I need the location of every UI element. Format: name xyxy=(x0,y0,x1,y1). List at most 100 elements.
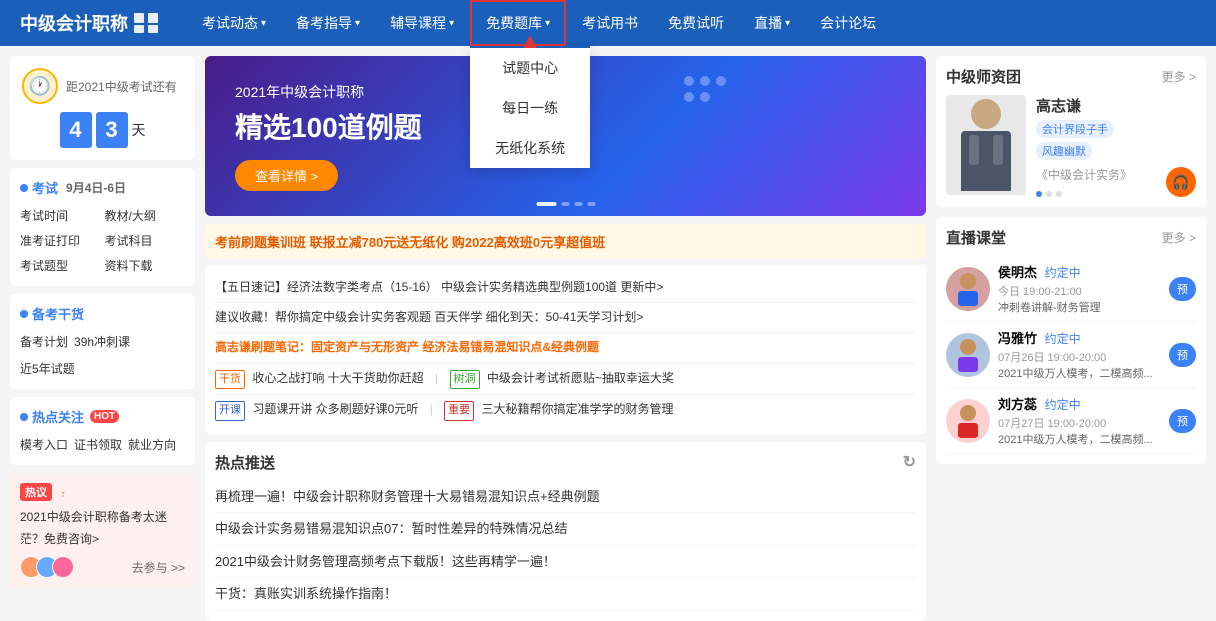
banner-indicators xyxy=(536,202,595,206)
teacher-card: 高志谦 会计界段子手 风趣幽默 《中级会计实务》 🎧 xyxy=(946,95,1196,197)
live-info-3: 刘方蕊 约定中 07月27日 19:00-20:00 2021中级万人模考，二模… xyxy=(998,394,1161,447)
live-more-link[interactable]: 更多 > xyxy=(1162,229,1196,246)
section-dot xyxy=(20,310,28,318)
live-btn-1[interactable]: 预 xyxy=(1169,277,1196,301)
live-status-2[interactable]: 约定中 xyxy=(1045,332,1081,346)
avatar-figure-1 xyxy=(953,271,983,306)
news-item-1[interactable]: 【五日速记】经济法数字类考点（15-16） 中级会计实务精选典型例题100道 更… xyxy=(215,273,916,303)
exam-link-types[interactable]: 考试题型 xyxy=(20,255,101,276)
logo-icon xyxy=(134,13,158,33)
slide-dot-3[interactable] xyxy=(1056,191,1062,197)
exam-link-downloads[interactable]: 资料下载 xyxy=(105,255,186,276)
live-section-title: 直播课堂 xyxy=(946,227,1006,248)
exam-link-time[interactable]: 考试时间 xyxy=(20,205,101,226)
dropdown-item-daily-practice[interactable]: 每日一练 xyxy=(470,88,590,128)
promo-text[interactable]: 考前刷题集训班 联报立减780元送无纸化 购2022高效班0元享超值班 xyxy=(215,235,605,250)
count-unit: 天 xyxy=(132,120,146,140)
hot-push-section: 热点推送 ↻ 再梳理一遍！中级会计职称财务管理十大易错易混知识点+经典例题 中级… xyxy=(205,442,926,621)
news-item-5[interactable]: 开课 习题课开讲 众多刷题好课0元听 | 重要 三大秘籍帮你搞定准学学的财务管理 xyxy=(215,395,916,426)
hot-link-career[interactable]: 就业方向 xyxy=(128,434,176,455)
nav-prep-guide[interactable]: 备考指导 ▾ xyxy=(282,0,374,46)
news-item-4[interactable]: 干货 收心之战打响 十大干货助你赶超 | 树洞 中级会计考试祈愿贴~抽取幸运大奖 xyxy=(215,364,916,396)
headphone-icon: 🎧 xyxy=(1166,167,1196,197)
exam-link-textbook[interactable]: 教材/大纲 xyxy=(105,205,186,226)
live-item-2: 冯雅竹 约定中 07月26日 19:00-20:00 2021中级万人模考，二模… xyxy=(946,322,1196,388)
refresh-icon[interactable]: ↻ xyxy=(903,452,916,472)
live-name-2: 冯雅竹 约定中 xyxy=(998,328,1161,347)
live-btn-3[interactable]: 预 xyxy=(1169,409,1196,433)
hot-push-item-3[interactable]: 2021中级会计财务管理高频考点下载版！这些再精学一遍！ xyxy=(215,546,916,579)
hot-push-item-1[interactable]: 再梳理一遍！中级会计职称财务管理十大易错易混知识点+经典例题 xyxy=(215,481,916,514)
main-nav: 考试动态 ▾ 备考指导 ▾ 辅导课程 ▾ 免费题库 ▾ ▲ 试题中心 每日一练 xyxy=(188,0,1196,46)
teacher-arm-right xyxy=(993,135,1003,165)
countdown-numbers: 4 3 天 xyxy=(22,112,183,148)
live-desc-2: 2021中级万人模考，二模高频... xyxy=(998,365,1161,381)
teacher-tag-1: 会计界段子手 xyxy=(1036,120,1114,138)
live-status-3[interactable]: 约定中 xyxy=(1045,398,1081,412)
main-layout: 🕐 距2021中级考试还有 4 3 天 考试 9月4日-6日 考试时间 教材/大… xyxy=(0,46,1216,621)
countdown-label: 距2021中级考试还有 xyxy=(66,78,177,95)
chevron-down-icon: ▾ xyxy=(785,18,790,29)
teacher-section-title: 中级师资团 xyxy=(946,66,1021,87)
live-status-1[interactable]: 约定中 xyxy=(1045,266,1081,280)
hot-push-item-4[interactable]: 干货：真账实训系统操作指南！ xyxy=(215,578,916,611)
avatar xyxy=(52,556,74,578)
exam-section-title: 考试 9月4日-6日 xyxy=(20,178,185,197)
hot-link-mock[interactable]: 模考入口 xyxy=(20,434,68,455)
section-dot xyxy=(20,413,28,421)
nav-exam-trends[interactable]: 考试动态 ▾ xyxy=(188,0,280,46)
live-section-header: 直播课堂 更多 > xyxy=(946,227,1196,248)
dropdown-item-paperless[interactable]: 无纸化系统 xyxy=(470,128,590,168)
slide-dot-2[interactable] xyxy=(1046,191,1052,197)
live-time-1: 今日 19:00-21:00 xyxy=(998,283,1161,299)
news-item-2[interactable]: 建议收藏！帮你搞定中级会计实务客观题 百天伴学 细化到天：50-41天学习计划> xyxy=(215,303,916,333)
slide-dot-1[interactable] xyxy=(1036,191,1042,197)
tag-zhongyao: 重要 xyxy=(444,401,474,421)
count-digit-3: 3 xyxy=(96,112,128,148)
teacher-book: 《中级会计实务》 xyxy=(1036,166,1156,183)
exam-link-admission[interactable]: 准考证打印 xyxy=(20,230,101,251)
teacher-tag-2: 风趣幽默 xyxy=(1036,142,1092,160)
promo-bar: 考前刷题集训班 联报立减780元送无纸化 购2022高效班0元享超值班 xyxy=(205,224,926,259)
nav-free-trial[interactable]: 免费试听 xyxy=(654,0,738,46)
banner-text: 2021年中级会计职称 精选100道例题 查看详情 > xyxy=(235,82,422,191)
prep-link-past-exams[interactable]: 近5年试题 xyxy=(20,358,75,379)
header: 中级会计职称 考试动态 ▾ 备考指导 ▾ 辅导课程 ▾ 免费题库 ▾ xyxy=(0,0,1216,46)
dropdown-item-exam-center[interactable]: 试题中心 xyxy=(470,48,590,88)
live-info-1: 侯明杰 约定中 今日 19:00-21:00 冲刺卷讲解-财务管理 xyxy=(998,262,1161,315)
exam-date: 9月4日-6日 xyxy=(66,179,126,196)
teacher-figure xyxy=(961,99,1011,191)
teacher-name: 高志谦 xyxy=(1036,95,1156,116)
prep-link-sprint[interactable]: 39h冲刺课 xyxy=(74,331,130,352)
nav-courses[interactable]: 辅导课程 ▾ xyxy=(376,0,468,46)
headphone-btn[interactable]: 🎧 xyxy=(1166,161,1196,197)
live-avatar-3 xyxy=(946,399,990,443)
nav-free-qbank[interactable]: 免费题库 ▾ xyxy=(470,0,566,46)
hot-link-cert[interactable]: 证书领取 xyxy=(74,434,122,455)
countdown-header: 🕐 距2021中级考试还有 xyxy=(22,68,183,104)
live-section: 直播课堂 更多 > 侯明杰 约定中 今日 19:00-21:00 xyxy=(936,217,1206,464)
nav-exam-books[interactable]: 考试用书 xyxy=(568,0,652,46)
prep-link-plan[interactable]: 备考计划 xyxy=(20,331,68,352)
count-digit-4: 4 xyxy=(60,112,92,148)
discussion-join-link[interactable]: 去参与 >> xyxy=(132,559,185,576)
teacher-section: 中级师资团 更多 > 高志谦 会 xyxy=(936,56,1206,207)
nav-forum[interactable]: 会计论坛 xyxy=(806,0,890,46)
teacher-arm-left xyxy=(969,135,979,165)
hot-push-item-2[interactable]: 中级会计实务易错易混知识点07：暂时性差异的特殊情况总结 xyxy=(215,513,916,546)
live-item-1: 侯明杰 约定中 今日 19:00-21:00 冲刺卷讲解-财务管理 预 xyxy=(946,256,1196,322)
logo: 中级会计职称 xyxy=(20,10,158,36)
nav-live[interactable]: 直播 ▾ xyxy=(740,0,804,46)
live-btn-2[interactable]: 预 xyxy=(1169,343,1196,367)
chevron-down-icon: ▾ xyxy=(355,18,360,29)
hot-topics-title: 热点关注 HOT xyxy=(20,407,185,426)
teacher-tags: 会计界段子手 风趣幽默 xyxy=(1036,120,1156,160)
teacher-more-link[interactable]: 更多 > xyxy=(1162,68,1196,85)
hot-badge: HOT xyxy=(90,410,119,423)
exam-link-subjects[interactable]: 考试科目 xyxy=(105,230,186,251)
hot-topics-section: 热点关注 HOT 模考入口 证书领取 就业方向 xyxy=(10,397,195,465)
clock-icon: 🕐 xyxy=(22,68,58,104)
discussion-box: 热议 2021中级会计职称备考太迷茫？免费咨询> 去参与 >> xyxy=(10,473,195,588)
banner-btn[interactable]: 查看详情 > xyxy=(235,160,338,191)
news-item-3[interactable]: 高志谦刷题笔记：固定资产与无形资产 经济法易错易混知识点&经典例题 xyxy=(215,333,916,363)
